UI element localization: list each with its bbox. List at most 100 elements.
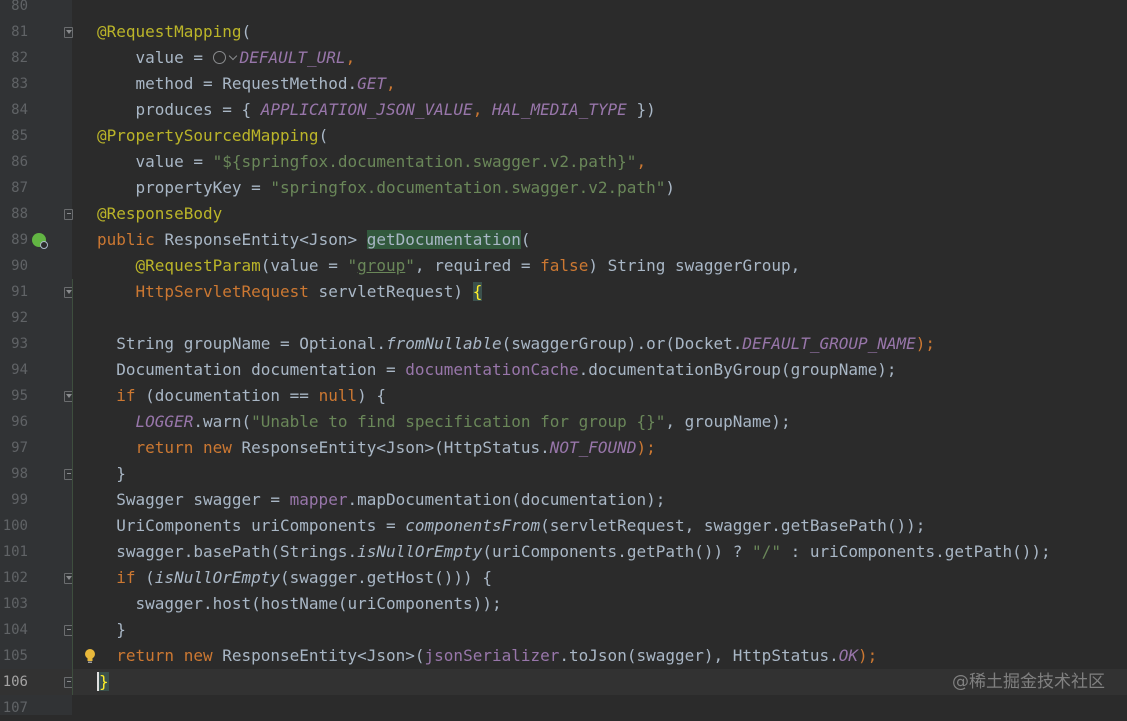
code-token: " bbox=[405, 256, 415, 275]
fold-expand-icon[interactable] bbox=[64, 27, 73, 38]
code-token: .documentationByGroup(groupName); bbox=[578, 360, 897, 379]
code-token: ) String swaggerGroup, bbox=[588, 256, 801, 275]
code-token: ); bbox=[636, 438, 656, 457]
line-number: 89 bbox=[11, 232, 28, 248]
code-line[interactable]: 92 bbox=[0, 305, 1127, 331]
code-token: Documentation documentation = bbox=[97, 360, 406, 379]
code-token: ( bbox=[318, 126, 329, 145]
globe-icon[interactable] bbox=[212, 51, 226, 64]
code-line[interactable]: 81 @RequestMapping( bbox=[0, 19, 1127, 45]
line-number: 86 bbox=[11, 154, 28, 170]
chevron-down-icon[interactable] bbox=[228, 51, 237, 61]
code-text: swagger.host(hostName(uriComponents)); bbox=[97, 591, 502, 617]
line-number: 102 bbox=[2, 570, 28, 586]
code-line[interactable]: 102 if (isNullOrEmpty(swagger.getHost())… bbox=[0, 565, 1127, 591]
code-token: isNullOrEmpty bbox=[154, 568, 281, 587]
code-line[interactable]: 96 LOGGER.warn("Unable to find specifica… bbox=[0, 409, 1127, 435]
code-token: } bbox=[97, 672, 109, 691]
watermark: @稀土掘金技术社区 bbox=[952, 672, 1105, 692]
code-token: , bbox=[472, 100, 492, 119]
code-token: APPLICATION_JSON_VALUE bbox=[260, 100, 473, 119]
spring-mapping-icon[interactable] bbox=[32, 233, 48, 249]
code-token: ( bbox=[135, 568, 155, 587]
code-line[interactable]: 90 @RequestParam(value = "group", requir… bbox=[0, 253, 1127, 279]
line-number: 96 bbox=[11, 414, 28, 430]
code-token: ( bbox=[241, 22, 252, 41]
code-line[interactable]: 107 bbox=[0, 695, 1127, 721]
code-line[interactable]: 85 @PropertySourcedMapping( bbox=[0, 123, 1127, 149]
code-token: @RequestMapping bbox=[97, 22, 242, 41]
code-token: if bbox=[116, 386, 136, 405]
code-line[interactable]: 88 @ResponseBody bbox=[0, 201, 1127, 227]
code-token: (swagger.getHost())) { bbox=[280, 568, 492, 587]
code-text: LOGGER.warn("Unable to find specificatio… bbox=[97, 409, 791, 435]
code-text: } bbox=[97, 669, 109, 695]
code-line[interactable]: 84 produces = { APPLICATION_JSON_VALUE, … bbox=[0, 97, 1127, 123]
code-token: ) { bbox=[357, 386, 386, 405]
code-token: }) bbox=[626, 100, 656, 119]
code-text: public ResponseEntity<Json> getDocumenta… bbox=[97, 227, 531, 253]
code-token: @ResponseBody bbox=[97, 204, 223, 223]
code-line[interactable]: 103 swagger.host(hostName(uriComponents)… bbox=[0, 591, 1127, 617]
code-token: } bbox=[97, 620, 126, 639]
lightbulb-icon[interactable] bbox=[84, 648, 96, 664]
code-line[interactable]: 97 return new ResponseEntity<Json>(HttpS… bbox=[0, 435, 1127, 461]
code-token: return new bbox=[135, 438, 242, 457]
line-number: 81 bbox=[11, 24, 28, 40]
code-editor[interactable]: 80 81 @RequestMapping(82 value = DEFAULT_U… bbox=[0, 0, 1127, 716]
code-token: null bbox=[318, 386, 358, 405]
code-line[interactable]: 87 propertyKey = "springfox.documentatio… bbox=[0, 175, 1127, 201]
code-token: .warn( bbox=[193, 412, 252, 431]
code-line[interactable]: 104 } bbox=[0, 617, 1127, 643]
code-token: ResponseEntity<Json>(HttpStatus. bbox=[241, 438, 550, 457]
code-text: UriComponents uriComponents = components… bbox=[97, 513, 925, 539]
code-text: value = "${springfox.documentation.swagg… bbox=[97, 149, 647, 175]
code-line[interactable]: 105 return new ResponseEntity<Json>(json… bbox=[0, 643, 1127, 669]
code-token: .toJson(swagger), HttpStatus. bbox=[559, 646, 839, 665]
code-text: @RequestParam(value = "group", required … bbox=[97, 253, 801, 279]
code-token: , bbox=[636, 152, 647, 171]
code-text: Documentation documentation = documentat… bbox=[97, 357, 897, 383]
code-token: , groupName); bbox=[665, 412, 791, 431]
code-token: "/" bbox=[752, 542, 781, 561]
code-token: method = RequestMethod. bbox=[97, 74, 358, 93]
code-line[interactable]: 94 Documentation documentation = documen… bbox=[0, 357, 1127, 383]
code-line[interactable]: 91 HttpServletRequest servletRequest) { bbox=[0, 279, 1127, 305]
code-text: } bbox=[97, 461, 126, 487]
code-line[interactable]: 80 bbox=[0, 0, 1127, 19]
line-number: 104 bbox=[2, 622, 28, 638]
code-token: ResponseEntity<Json> bbox=[164, 230, 367, 249]
code-text: method = RequestMethod.GET, bbox=[97, 71, 396, 97]
code-text: swagger.basePath(Strings.isNullOrEmpty(u… bbox=[97, 539, 1050, 565]
code-token: ResponseEntity<Json>( bbox=[222, 646, 425, 665]
line-number: 94 bbox=[11, 362, 28, 378]
code-line[interactable]: 82 value = DEFAULT_URL, bbox=[0, 45, 1127, 71]
code-line[interactable]: 83 method = RequestMethod.GET, bbox=[0, 71, 1127, 97]
code-token: @RequestParam bbox=[135, 256, 261, 275]
code-line[interactable]: 99 Swagger swagger = mapper.mapDocumenta… bbox=[0, 487, 1127, 513]
code-token: (uriComponents.getPath()) ? bbox=[482, 542, 753, 561]
code-text: if (isNullOrEmpty(swagger.getHost())) { bbox=[97, 565, 492, 591]
code-token: HttpServletRequest bbox=[135, 282, 309, 301]
code-line[interactable]: 89 public ResponseEntity<Json> getDocumen… bbox=[0, 227, 1127, 253]
code-text: String groupName = Optional.fromNullable… bbox=[97, 331, 935, 357]
code-line[interactable]: 93 String groupName = Optional.fromNulla… bbox=[0, 331, 1127, 357]
code-text: @PropertySourcedMapping( bbox=[97, 123, 328, 149]
code-line[interactable]: 95 if (documentation == null) { bbox=[0, 383, 1127, 409]
code-line[interactable]: 86 value = "${springfox.documentation.sw… bbox=[0, 149, 1127, 175]
line-number: 101 bbox=[2, 544, 28, 560]
line-number: 107 bbox=[2, 700, 28, 716]
code-token: propertyKey = bbox=[97, 178, 271, 197]
code-token: group bbox=[357, 256, 406, 275]
code-line[interactable]: 98 } bbox=[0, 461, 1127, 487]
line-number: 82 bbox=[11, 50, 28, 66]
code-line[interactable]: 101 swagger.basePath(Strings.isNullOrEmp… bbox=[0, 539, 1127, 565]
code-token: swagger.host(hostName(uriComponents)); bbox=[97, 594, 502, 613]
fold-end-icon[interactable] bbox=[64, 209, 73, 220]
code-token: } bbox=[97, 464, 126, 483]
code-text: return new ResponseEntity<Json>(jsonSeri… bbox=[97, 643, 877, 669]
code-line[interactable]: 100 UriComponents uriComponents = compon… bbox=[0, 513, 1127, 539]
code-token: "springfox.documentation.swagger.v2.path… bbox=[270, 178, 666, 197]
